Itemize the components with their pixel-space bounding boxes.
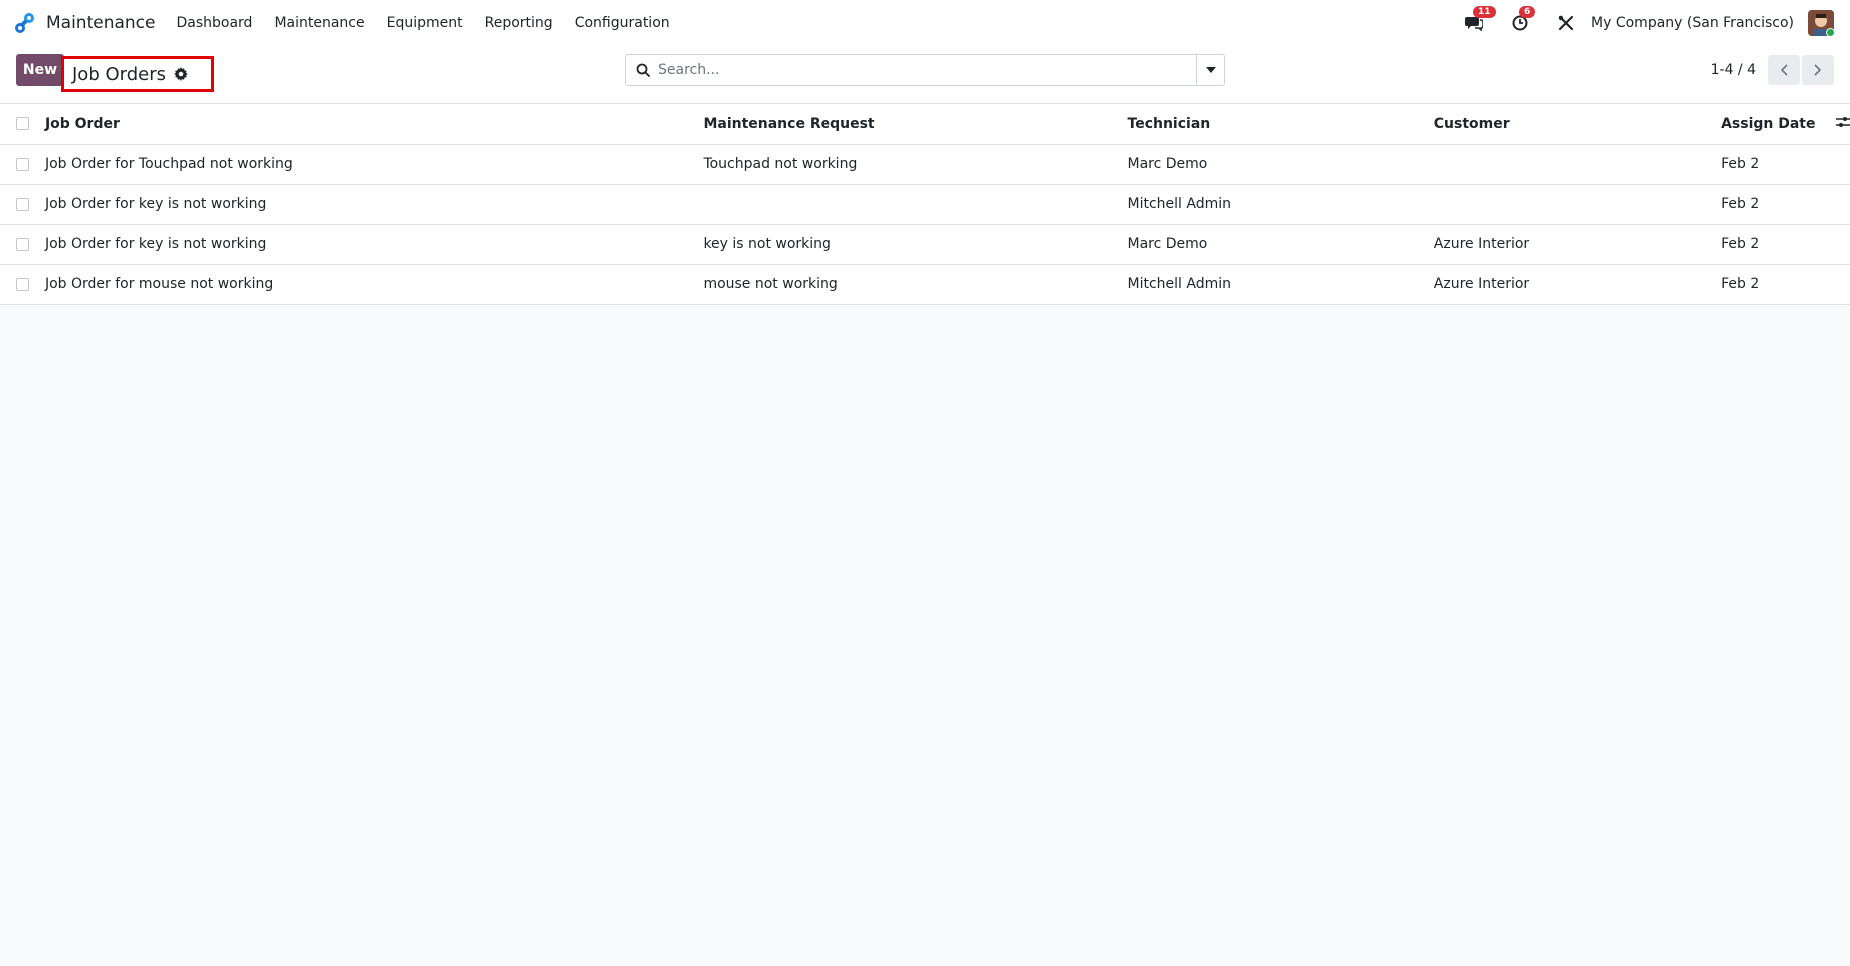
menu-item-dashboard[interactable]: Dashboard [165, 15, 263, 31]
assign-date-cell[interactable]: Feb 2 [1721, 264, 1846, 305]
job-order-cell[interactable]: Job Order for key is not working [44, 224, 704, 265]
pager-previous-button[interactable] [1768, 55, 1800, 85]
job-order-cell[interactable]: Job Order for key is not working [44, 184, 704, 225]
debug-tools-button[interactable] [1555, 12, 1577, 34]
online-status-dot [1826, 28, 1834, 36]
row-end-cell [1845, 144, 1850, 185]
breadcrumb: Job Orders [61, 56, 214, 92]
menu-item-reporting[interactable]: Reporting [474, 15, 564, 31]
customer-cell[interactable]: Azure Interior [1433, 264, 1722, 305]
column-header-technician[interactable]: Technician [1127, 104, 1434, 145]
assign-date-cell[interactable]: Feb 2 [1721, 184, 1846, 225]
search-icon [636, 63, 650, 77]
maintenance-request-cell[interactable] [703, 184, 1128, 225]
company-switcher[interactable]: My Company (San Francisco) [1591, 15, 1794, 31]
page-title: Job Orders [72, 63, 166, 85]
new-button[interactable]: New [16, 54, 64, 86]
gear-icon[interactable] [174, 67, 188, 81]
select-all-checkbox[interactable] [16, 117, 29, 131]
technician-cell[interactable]: Mitchell Admin [1127, 184, 1434, 225]
select-all-cell [0, 104, 45, 145]
row-checkbox[interactable] [16, 157, 29, 171]
maintenance-app-icon [15, 13, 34, 33]
column-header-customer[interactable]: Customer [1433, 104, 1722, 145]
search-options-toggle[interactable] [1196, 55, 1224, 85]
activities-button[interactable]: 6 [1509, 6, 1536, 34]
assign-date-cell[interactable]: Feb 2 [1721, 144, 1846, 185]
maintenance-request-cell[interactable]: mouse not working [703, 264, 1128, 305]
optional-columns-icon[interactable] [1835, 115, 1850, 129]
customer-cell[interactable] [1433, 144, 1722, 185]
row-select-cell [0, 224, 45, 265]
customer-cell[interactable]: Azure Interior [1433, 224, 1722, 265]
job-order-cell[interactable]: Job Order for mouse not working [44, 264, 704, 305]
assign-date-cell[interactable]: Feb 2 [1721, 224, 1846, 265]
row-select-cell [0, 144, 45, 185]
main-menu: Dashboard Maintenance Equipment Reportin… [165, 15, 680, 31]
table-row[interactable]: Job Order for mouse not working mouse no… [0, 264, 1850, 305]
caret-down-icon [1205, 67, 1216, 73]
user-avatar[interactable] [1808, 10, 1834, 36]
systray: 11 6 My Company (San Francisco) [1463, 0, 1850, 46]
pager-next-button[interactable] [1802, 55, 1834, 85]
customer-cell[interactable] [1433, 184, 1722, 225]
control-panel: New Job Orders 1-4 / 4 [0, 46, 1850, 104]
row-checkbox[interactable] [16, 197, 29, 211]
menu-item-configuration[interactable]: Configuration [564, 15, 681, 31]
search-bar [625, 54, 1225, 86]
column-header-maintenance-request[interactable]: Maintenance Request [703, 104, 1128, 145]
job-orders-table: Job Order Maintenance Request Technician… [0, 104, 1850, 305]
table-row[interactable]: Job Order for key is not working Mitchel… [0, 184, 1850, 225]
menu-item-maintenance[interactable]: Maintenance [263, 15, 375, 31]
table-row[interactable]: Job Order for Touchpad not working Touch… [0, 144, 1850, 185]
menu-item-equipment[interactable]: Equipment [376, 15, 474, 31]
technician-cell[interactable]: Mitchell Admin [1127, 264, 1434, 305]
row-checkbox[interactable] [16, 237, 29, 251]
messages-badge: 11 [1473, 6, 1496, 18]
maintenance-request-cell[interactable]: Touchpad not working [703, 144, 1128, 185]
row-checkbox[interactable] [16, 277, 29, 291]
messages-button[interactable]: 11 [1463, 6, 1496, 34]
column-header-job-order[interactable]: Job Order [44, 104, 704, 145]
search-input[interactable] [658, 56, 1196, 84]
tools-icon [1558, 15, 1574, 31]
pager: 1-4 / 4 [1711, 54, 1834, 86]
app-brand[interactable]: Maintenance [14, 12, 155, 34]
technician-cell[interactable]: Marc Demo [1127, 224, 1434, 265]
row-select-cell [0, 184, 45, 225]
column-header-assign-date[interactable]: Assign Date [1721, 104, 1846, 145]
maintenance-request-cell[interactable]: key is not working [703, 224, 1128, 265]
row-end-cell [1845, 224, 1850, 265]
table-row[interactable]: Job Order for key is not working key is … [0, 224, 1850, 265]
top-navbar: Maintenance Dashboard Maintenance Equipm… [0, 0, 1850, 46]
row-end-cell [1845, 184, 1850, 225]
chevron-left-icon [1780, 64, 1788, 76]
table-header-row: Job Order Maintenance Request Technician… [0, 104, 1850, 145]
technician-cell[interactable]: Marc Demo [1127, 144, 1434, 185]
row-end-cell [1845, 264, 1850, 305]
activities-badge: 6 [1519, 6, 1536, 18]
pager-value[interactable]: 1-4 / 4 [1711, 62, 1756, 78]
optional-columns-cell [1835, 104, 1850, 145]
chevron-right-icon [1814, 64, 1822, 76]
row-select-cell [0, 264, 45, 305]
app-name: Maintenance [46, 13, 156, 33]
job-order-cell[interactable]: Job Order for Touchpad not working [44, 144, 704, 185]
